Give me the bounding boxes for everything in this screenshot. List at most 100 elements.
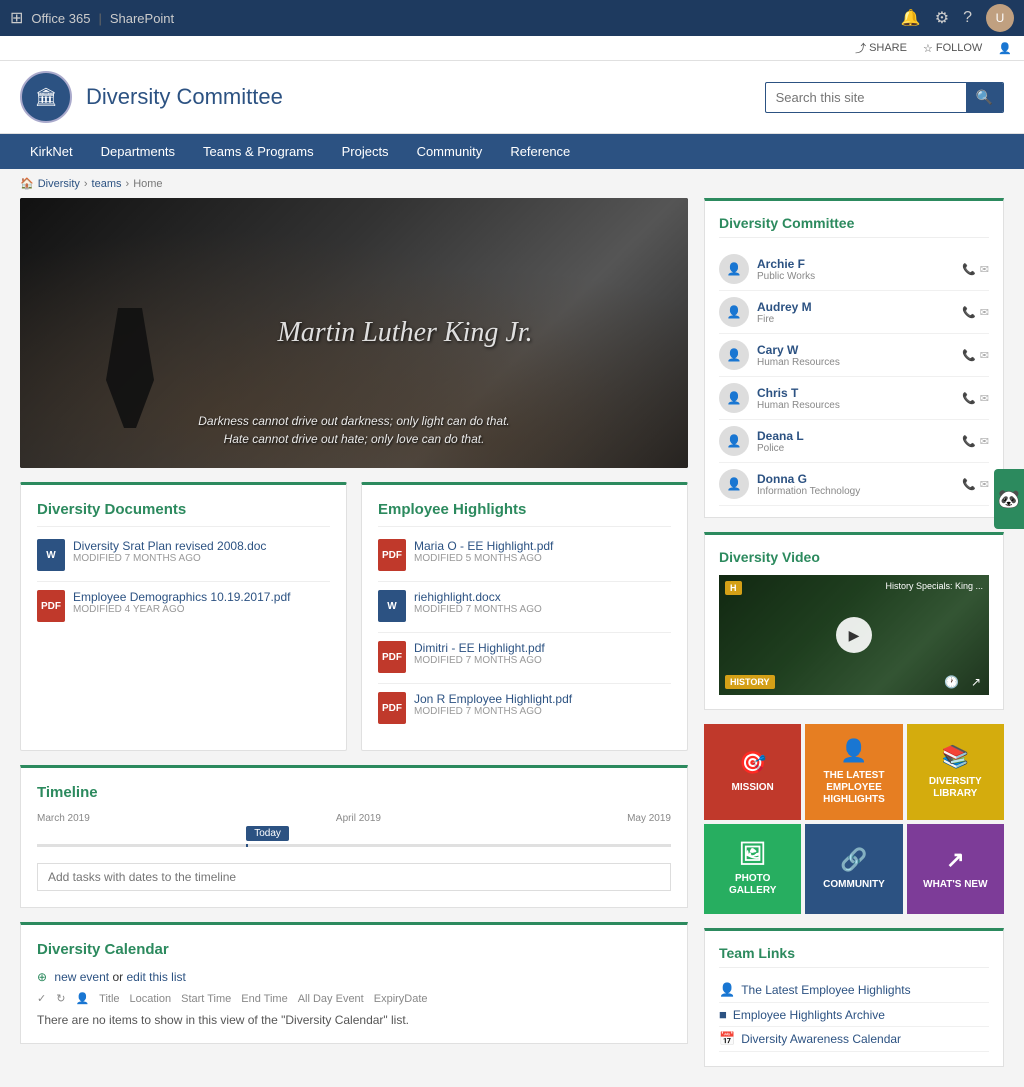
member-name[interactable]: Chris T bbox=[757, 386, 954, 400]
list-item: ■ Employee Highlights Archive bbox=[719, 1003, 989, 1027]
calendar-column-headers: ✓ ↻ 👤 Title Location Start Time End Time… bbox=[37, 992, 671, 1005]
pdf-icon: PDF bbox=[378, 539, 406, 571]
community-icon: 🔗 bbox=[840, 847, 867, 873]
doc-name[interactable]: Jon R Employee Highlight.pdf bbox=[414, 692, 671, 706]
new-event-link[interactable]: new event bbox=[54, 970, 109, 984]
user-avatar[interactable]: U bbox=[986, 4, 1014, 32]
table-row: 👤 Audrey M Fire 📞 ✉ bbox=[719, 291, 989, 334]
video-channel-label: H bbox=[725, 581, 742, 595]
email-icon[interactable]: ✉ bbox=[980, 263, 989, 276]
video-thumbnail[interactable]: H History Specials: King ... ▶ HISTORY 🕐… bbox=[719, 575, 989, 695]
tile-latest-highlights[interactable]: 👤 THE LATEST EMPLOYEE HIGHLIGHTS bbox=[805, 724, 902, 820]
table-row: 👤 Deana L Police 📞 ✉ bbox=[719, 420, 989, 463]
plus-icon: ⊕ bbox=[37, 970, 47, 984]
search-button[interactable]: 🔍 bbox=[966, 83, 1003, 112]
email-icon[interactable]: ✉ bbox=[980, 349, 989, 362]
team-link[interactable]: Employee Highlights Archive bbox=[733, 1008, 885, 1022]
doc-name[interactable]: Dimitri - EE Highlight.pdf bbox=[414, 641, 671, 655]
tile-diversity-library[interactable]: 📚 DIVERSITY LIBRARY bbox=[907, 724, 1004, 820]
settings-icon[interactable]: ⚙ bbox=[935, 8, 949, 28]
nav-projects[interactable]: Projects bbox=[328, 134, 403, 169]
tile-community[interactable]: 🔗 COMMUNITY bbox=[805, 824, 902, 914]
video-title-text: History Specials: King ... bbox=[885, 581, 983, 591]
timeline-input[interactable] bbox=[37, 863, 671, 891]
tiles-grid: 🎯 MISSION 👤 THE LATEST EMPLOYEE HIGHLIGH… bbox=[704, 724, 1004, 914]
help-icon[interactable]: ? bbox=[963, 9, 972, 27]
tile-gallery-label: PHOTO GALLERY bbox=[712, 873, 793, 897]
tile-community-label: COMMUNITY bbox=[823, 879, 885, 891]
list-item: PDF Maria O - EE Highlight.pdf MODIFIED … bbox=[378, 539, 671, 571]
tile-whats-new[interactable]: ↗ WHAT'S NEW bbox=[907, 824, 1004, 914]
breadcrumb-home: Home bbox=[133, 178, 162, 190]
doc-name[interactable]: Maria O - EE Highlight.pdf bbox=[414, 539, 671, 553]
nav-reference[interactable]: Reference bbox=[496, 134, 584, 169]
diversity-video-card: Diversity Video H History Specials: King… bbox=[704, 532, 1004, 710]
doc-name[interactable]: Diversity Srat Plan revised 2008.doc bbox=[73, 539, 330, 553]
nav-community[interactable]: Community bbox=[403, 134, 497, 169]
bell-icon[interactable]: 🔔 bbox=[901, 8, 921, 28]
team-link[interactable]: Diversity Awareness Calendar bbox=[741, 1032, 901, 1046]
site-title: Diversity Committee bbox=[86, 84, 283, 110]
table-row: 👤 Cary W Human Resources 📞 ✉ bbox=[719, 334, 989, 377]
hero-quote: Darkness cannot drive out darkness; only… bbox=[20, 412, 688, 448]
doc-modified: MODIFIED 7 MONTHS AGO bbox=[414, 706, 671, 717]
sub-top-bar: ⤴ SHARE ☆ FOLLOW 👤 bbox=[0, 36, 1024, 61]
left-column: Martin Luther King Jr. Darkness cannot d… bbox=[20, 198, 688, 1067]
member-name[interactable]: Audrey M bbox=[757, 300, 954, 314]
employee-highlights-card: Employee Highlights PDF Maria O - EE Hig… bbox=[361, 482, 688, 751]
team-link[interactable]: The Latest Employee Highlights bbox=[741, 983, 910, 997]
email-icon[interactable]: ✉ bbox=[980, 306, 989, 319]
pdf-icon: PDF bbox=[378, 692, 406, 724]
word-icon: W bbox=[378, 590, 406, 622]
tile-photo-gallery[interactable]: 🖼 PHOTO GALLERY bbox=[704, 824, 801, 914]
member-dept: Human Resources bbox=[757, 400, 954, 411]
today-line bbox=[246, 844, 248, 847]
email-icon[interactable]: ✉ bbox=[980, 478, 989, 491]
doc-modified: MODIFIED 7 MONTHS AGO bbox=[414, 655, 671, 666]
email-icon[interactable]: ✉ bbox=[980, 435, 989, 448]
person-icon: 👤 bbox=[998, 42, 1012, 55]
sharepoint-label[interactable]: SharePoint bbox=[110, 11, 174, 26]
list-item: W riehighlight.docx MODIFIED 7 MONTHS AG… bbox=[378, 590, 671, 622]
list-item: PDF Dimitri - EE Highlight.pdf MODIFIED … bbox=[378, 641, 671, 673]
breadcrumb: 🏠 Diversity › teams › Home bbox=[0, 169, 1024, 198]
doc-name[interactable]: riehighlight.docx bbox=[414, 590, 671, 604]
nav-departments[interactable]: Departments bbox=[87, 134, 189, 169]
wayfinder-panda[interactable]: 🐼 bbox=[994, 469, 1024, 529]
nav-teams[interactable]: Teams & Programs bbox=[189, 134, 328, 169]
search-input[interactable] bbox=[766, 84, 966, 111]
mission-icon: 🎯 bbox=[739, 750, 766, 776]
home-icon: 🏠 bbox=[20, 177, 34, 190]
member-dept: Public Works bbox=[757, 271, 954, 282]
member-name[interactable]: Archie F bbox=[757, 257, 954, 271]
phone-icon[interactable]: 📞 bbox=[962, 349, 976, 362]
doc-name[interactable]: Employee Demographics 10.19.2017.pdf bbox=[73, 590, 330, 604]
phone-icon[interactable]: 📞 bbox=[962, 435, 976, 448]
grid-icon[interactable]: ⊞ bbox=[10, 8, 23, 28]
diversity-documents-title: Diversity Documents bbox=[37, 501, 330, 527]
video-card-title: Diversity Video bbox=[719, 549, 989, 565]
phone-icon[interactable]: 📞 bbox=[962, 306, 976, 319]
edit-list-link[interactable]: edit this list bbox=[126, 970, 185, 984]
share-link[interactable]: ⤴ SHARE bbox=[855, 40, 907, 56]
top-bar-right: 🔔 ⚙ ? U bbox=[901, 4, 1014, 32]
breadcrumb-teams[interactable]: teams bbox=[92, 178, 122, 190]
person-icon: 👤 bbox=[840, 738, 867, 764]
email-icon[interactable]: ✉ bbox=[980, 392, 989, 405]
member-name[interactable]: Deana L bbox=[757, 429, 954, 443]
phone-icon[interactable]: 📞 bbox=[962, 392, 976, 405]
member-name[interactable]: Donna G bbox=[757, 472, 954, 486]
breadcrumb-diversity[interactable]: Diversity bbox=[38, 178, 80, 190]
phone-icon[interactable]: 📞 bbox=[962, 478, 976, 491]
phone-icon[interactable]: 📞 bbox=[962, 263, 976, 276]
office365-label[interactable]: Office 365 bbox=[31, 11, 90, 26]
follow-link[interactable]: ☆ FOLLOW bbox=[923, 42, 982, 55]
share-icon: ⤴ bbox=[855, 40, 866, 56]
divider bbox=[37, 581, 330, 582]
member-name[interactable]: Cary W bbox=[757, 343, 954, 357]
nav-kirknet[interactable]: KirkNet bbox=[16, 134, 87, 169]
tile-mission[interactable]: 🎯 MISSION bbox=[704, 724, 801, 820]
diversity-committee-card: Diversity Committee 👤 Archie F Public Wo… bbox=[704, 198, 1004, 518]
square-icon: ■ bbox=[719, 1007, 727, 1022]
play-button[interactable]: ▶ bbox=[836, 617, 872, 653]
